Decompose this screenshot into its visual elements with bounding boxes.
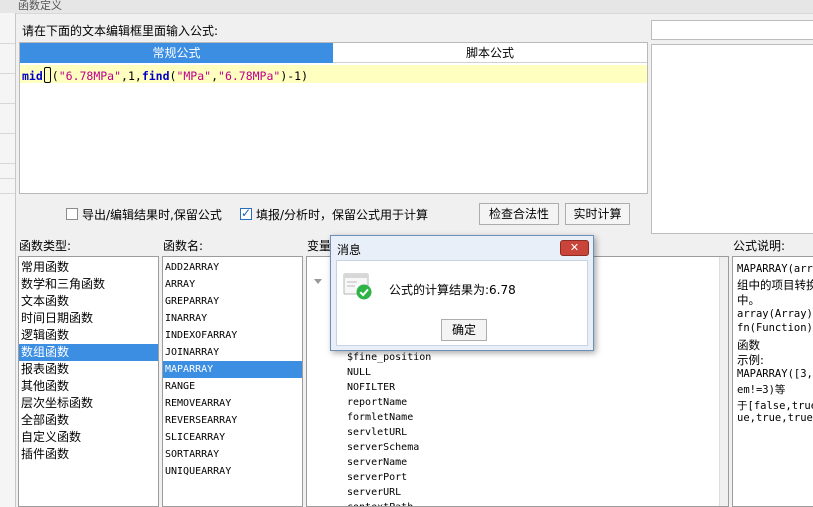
ok-button[interactable]: 确定 [441,319,487,341]
description-line: em!=3)等 [737,384,786,396]
window-title-bar: 函数定义 [0,0,813,14]
function-name-item[interactable]: INARRAY [163,310,302,327]
export-keep-formula-label: 导出/编辑结果时,保留公式 [82,208,222,222]
function-name-item[interactable]: MAPARRAY [163,361,302,378]
description-line: ue,true,true] [737,412,813,424]
function-type-item[interactable]: 层次坐标函数 [19,395,158,412]
function-name-label: 函数名: [163,239,204,253]
function-type-item[interactable]: 数学和三角函数 [19,276,158,293]
function-type-item[interactable]: 自定义函数 [19,429,158,446]
description-line: 示例: [737,353,764,367]
description-label: 公式说明: [733,239,786,253]
description-panel: MAPARRAY(arra 组中的项目转换 中。 array(Array): fn(Fu… [732,256,813,507]
tab-script-formula[interactable]: 脚本公式 [333,43,647,63]
function-name-item[interactable]: JOINARRAY [163,344,302,361]
text-caret-icon [43,67,51,83]
description-line: fn(Function): [737,322,813,334]
description-line: array(Array): [737,308,813,320]
collapse-arrow-icon[interactable] [314,279,322,284]
dialog-body: 公式的计算结果为:6.78 确定 [336,260,588,346]
formula-token: )-1) [280,69,309,83]
function-name-item[interactable]: INDEXOFARRAY [163,327,302,344]
description-line: 于[false,true [737,400,813,412]
tab-regular-formula[interactable]: 常规公式 [20,43,333,63]
formula-token: ,1, [121,69,142,83]
formula-token: mid [22,69,43,83]
function-name-item[interactable]: SORTARRAY [163,446,302,463]
window-title: 函数定义 [18,0,62,12]
variable-item[interactable]: reportName [347,395,407,410]
function-type-item[interactable]: 时间日期函数 [19,310,158,327]
variable-item[interactable]: serverPort [347,470,407,485]
formula-token: "6.78MPa" [58,69,122,83]
function-name-item[interactable]: REMOVEARRAY [163,395,302,412]
function-name-item[interactable]: UNIQUEARRAY [163,463,302,480]
variable-item[interactable]: NULL [347,365,371,380]
formula-line[interactable]: mid ("6.78MPa",1,find("MPa","6.78MPa")-1) [20,65,647,83]
success-icon [343,273,372,300]
function-type-item[interactable]: 插件函数 [19,446,158,463]
fill-keep-formula-checkbox[interactable] [240,206,252,220]
function-name-item[interactable]: REVERSEARRAY [163,412,302,429]
function-name-item[interactable]: RANGE [163,378,302,395]
message-dialog: 消息 ✕ 公式的计算结果为:6.78 确定 [330,235,594,351]
variable-item[interactable]: formletName [347,410,413,425]
function-name-item[interactable]: ARRAY [163,276,302,293]
formula-text[interactable]: mid ("6.78MPa",1,find("MPa","6.78MPa")-1) [22,67,308,83]
search-input[interactable] [651,20,813,40]
formula-token: , [211,69,219,83]
description-line: MAPARRAY([3,4 [737,368,813,380]
realtime-calc-button[interactable]: 实时计算 [565,203,630,225]
formula-token: "6.78MPa" [218,69,281,83]
function-type-list[interactable]: 常用函数 数学和三角函数 文本函数 时间日期函数 逻辑函数 数组函数 报表函数 其他函数 层次坐… [18,256,159,507]
variable-scrollbar[interactable] [719,257,728,506]
function-name-item[interactable]: ADD2ARRAY [163,259,302,276]
description-line: 中。 [737,293,760,307]
description-line: 函数 [737,338,760,352]
function-type-item[interactable]: 报表函数 [19,361,158,378]
background-window-edge [0,13,16,507]
function-type-label: 函数类型: [19,239,72,253]
variable-item[interactable]: serverURL [347,485,401,500]
preview-panel [651,44,813,234]
function-name-item[interactable]: SLICEARRAY [163,429,302,446]
function-type-item[interactable]: 文本函数 [19,293,158,310]
editor-prompt: 请在下面的文本编辑框里面输入公式: [22,24,219,38]
function-name-item[interactable]: GREPARRAY [163,293,302,310]
variable-item[interactable]: $fine_position [347,350,431,365]
function-type-item[interactable]: 其他函数 [19,378,158,395]
formula-token: ( [51,69,59,83]
description-line: 组中的项目转换 [737,278,813,292]
formula-token: "MPa" [176,69,212,83]
dialog-title: 消息 [337,243,362,257]
function-type-item[interactable]: 逻辑函数 [19,327,158,344]
formula-editor[interactable]: 常规公式 脚本公式 mid ("6.78MPa",1,find("MPa","6.… [19,42,648,194]
variable-item[interactable]: contextPath [347,500,413,506]
function-name-list[interactable]: ADD2ARRAY ARRAY GREPARRAY INARRAY INDEXOFARR… [162,256,303,507]
formula-token: find [141,69,170,83]
dialog-message: 公式的计算结果为:6.78 [389,283,516,297]
description-line: MAPARRAY(arra [737,263,813,275]
function-type-item[interactable]: 常用函数 [19,259,158,276]
check-validity-button[interactable]: 检查合法性 [479,203,559,225]
variable-item[interactable]: serverSchema [347,440,419,455]
function-type-item[interactable]: 全部函数 [19,412,158,429]
close-icon[interactable]: ✕ [560,240,589,256]
variables-label: 变量 [307,239,332,253]
export-keep-formula-checkbox[interactable] [66,208,78,220]
variable-item[interactable]: serverName [347,455,407,470]
variable-item[interactable]: servletURL [347,425,407,440]
fill-keep-formula-label: 填报/分析时，保留公式用于计算 [256,208,429,222]
variable-item[interactable]: NOFILTER [347,380,395,395]
function-type-item[interactable]: 数组函数 [19,344,158,361]
